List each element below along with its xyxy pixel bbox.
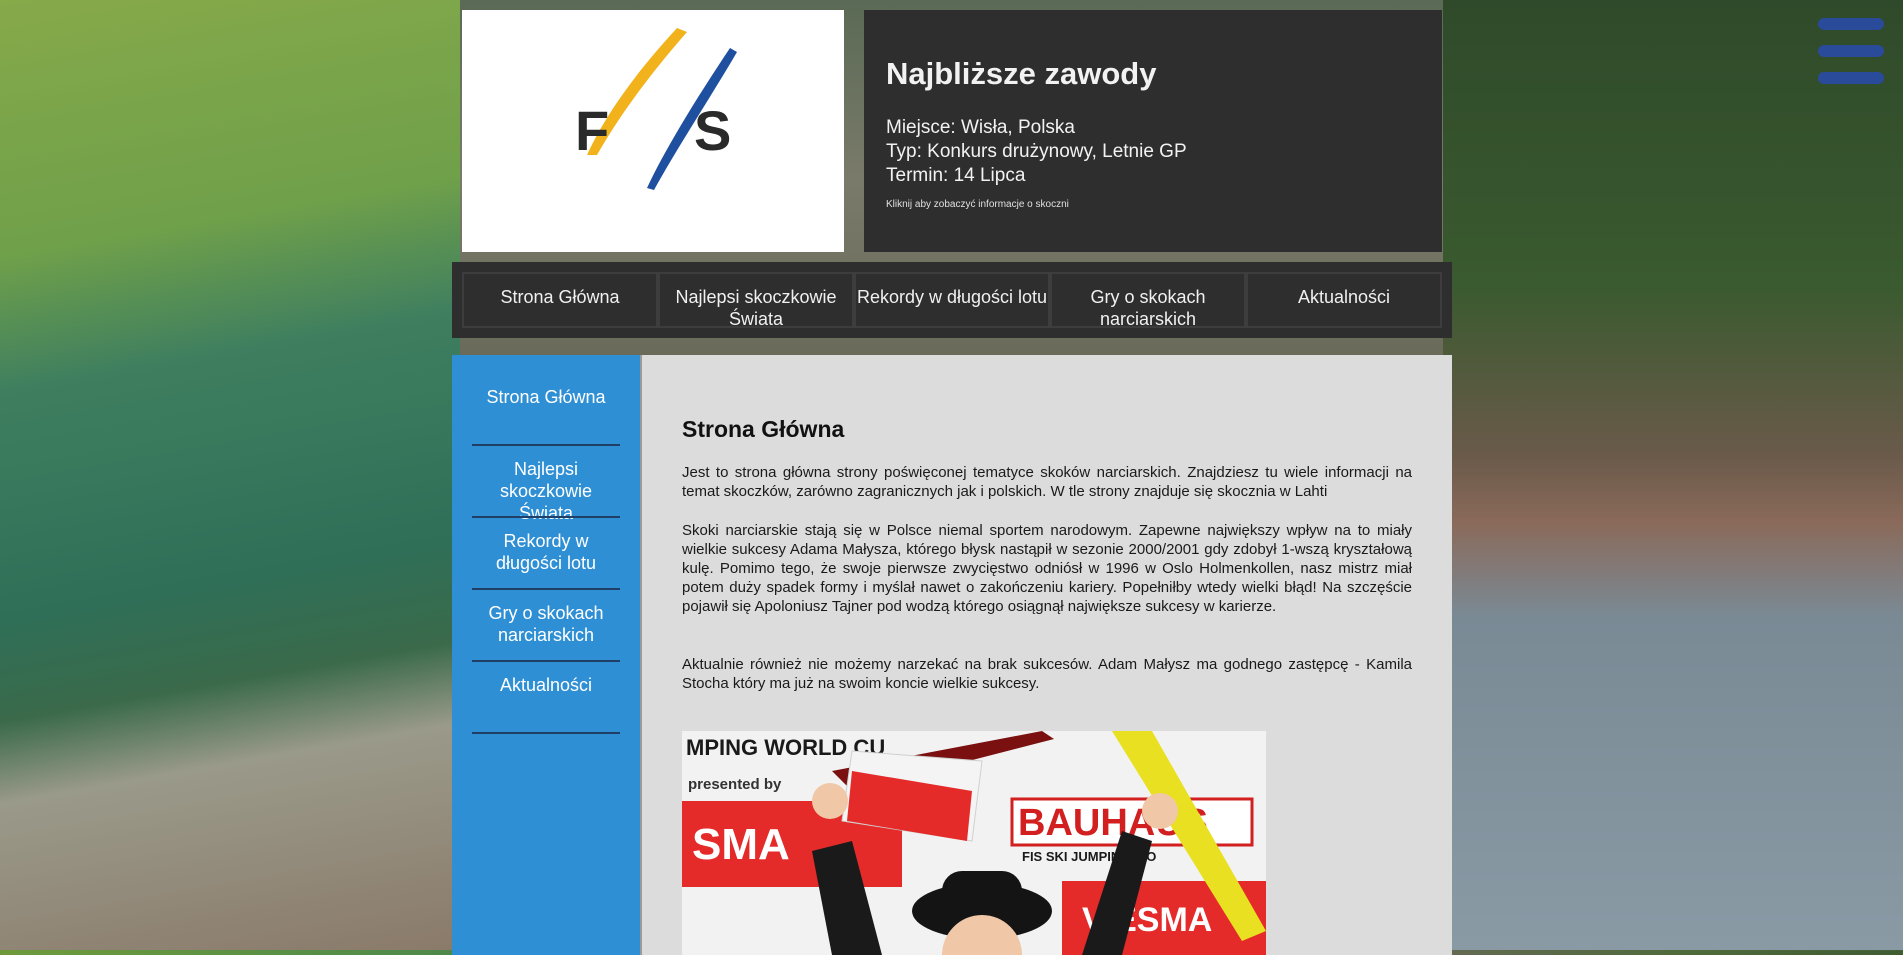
top-navigation: Strona Główna Najlepsi skoczkowie Świata… bbox=[452, 262, 1452, 338]
main-content: Strona Główna Jest to strona główna stro… bbox=[640, 355, 1452, 955]
sidebar-item-best-jumpers[interactable]: Najlepsi skoczkowie Świata bbox=[472, 458, 620, 524]
sidebar-divider bbox=[472, 516, 620, 518]
page-body: Strona Główna Najlepsi skoczkowie Świata… bbox=[452, 355, 1452, 955]
photo-sponsor-left: SMA bbox=[692, 820, 790, 869]
competition-date: Termin: 14 Lipca bbox=[886, 165, 1026, 186]
topnav-games[interactable]: Gry o skokach narciarskich bbox=[1050, 272, 1246, 329]
sidebar: Strona Główna Najlepsi skoczkowie Świata… bbox=[452, 355, 640, 955]
sidebar-divider bbox=[472, 732, 620, 734]
competition-place: Miejsce: Wisła, Polska bbox=[886, 117, 1075, 138]
sidebar-item-games[interactable]: Gry o skokach narciarskich bbox=[472, 602, 620, 646]
competition-type: Typ: Konkurs drużynowy, Letnie GP bbox=[886, 141, 1187, 162]
topnav-home[interactable]: Strona Główna bbox=[462, 272, 658, 328]
fis-logo-letter-f: F bbox=[575, 99, 609, 162]
kamil-stoch-photo: MPING WORLD CU presented by SMA BAUHAUS … bbox=[682, 731, 1266, 955]
hamburger-bar bbox=[1818, 18, 1884, 30]
upcoming-competition-panel[interactable]: Najbliższe zawody Miejsce: Wisła, Polska… bbox=[864, 10, 1442, 252]
sidebar-item-news[interactable]: Aktualności bbox=[472, 674, 620, 696]
hamburger-bar bbox=[1818, 72, 1884, 84]
current-paragraph: Aktualnie również nie możemy narzekać na… bbox=[682, 656, 1412, 692]
sidebar-item-home[interactable]: Strona Główna bbox=[472, 386, 620, 408]
intro-paragraph: Jest to strona główna strony poświęconej… bbox=[682, 464, 1412, 500]
history-paragraph: Skoki narciarskie stają się w Polsce nie… bbox=[682, 522, 1412, 615]
page-title: Strona Główna bbox=[682, 416, 845, 442]
fis-logo: F S bbox=[462, 10, 844, 252]
sidebar-divider bbox=[472, 444, 620, 446]
competition-info: Miejsce: Wisła, Polska Typ: Konkurs druż… bbox=[886, 116, 1187, 188]
hill-info-link[interactable]: Kliknij aby zobaczyć informacje o skoczn… bbox=[886, 199, 1069, 210]
sidebar-divider bbox=[472, 588, 620, 590]
sidebar-item-distance-records[interactable]: Rekordy w długości lotu bbox=[472, 530, 620, 574]
fis-logo-graphic: F S bbox=[575, 28, 737, 190]
background-ski-jump-slope bbox=[0, 0, 460, 950]
topnav-distance-records[interactable]: Rekordy w długości lotu bbox=[854, 272, 1050, 328]
upcoming-title: Najbliższe zawody bbox=[886, 56, 1157, 91]
photo-presented-text: presented by bbox=[688, 776, 782, 793]
photo-graphic: MPING WORLD CU presented by SMA BAUHAUS … bbox=[682, 731, 1266, 955]
hamburger-bar bbox=[1818, 45, 1884, 57]
hamburger-icon[interactable] bbox=[1818, 18, 1884, 84]
background-ski-jump-landing bbox=[1443, 0, 1903, 950]
topnav-news[interactable]: Aktualności bbox=[1246, 272, 1442, 328]
fis-logo-letter-s: S bbox=[694, 99, 731, 162]
topnav-best-jumpers[interactable]: Najlepsi skoczkowie Świata bbox=[658, 272, 854, 329]
header: F S Najbliższe zawody Miejsce: Wisła, Po… bbox=[462, 10, 1442, 252]
sidebar-divider bbox=[472, 660, 620, 662]
